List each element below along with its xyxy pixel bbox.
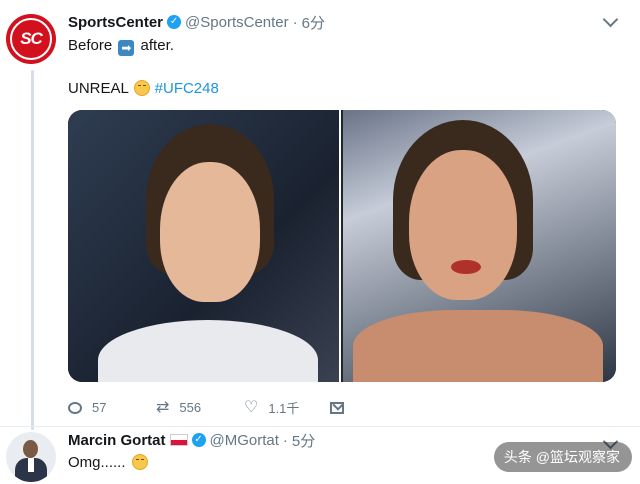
direct-message-action[interactable] xyxy=(330,401,344,414)
watermark-badge: 头条 @篮坛观察家 xyxy=(493,442,632,472)
shoulders-shape xyxy=(353,310,603,382)
tweet-text-line-2: UNREAL #UFC248 xyxy=(68,80,219,97)
poland-flag-icon xyxy=(169,434,188,446)
like-action[interactable]: ♡ 1.1千 xyxy=(244,398,330,417)
reply-text: Omg...... xyxy=(68,454,126,471)
direct-message-icon[interactable] xyxy=(330,401,344,414)
tweet-timestamp[interactable]: 6分 xyxy=(302,12,325,33)
sportscenter-avatar[interactable]: SC xyxy=(6,14,56,64)
retweet-count: 556 xyxy=(179,400,202,415)
verified-badge-icon: ✓ xyxy=(191,433,206,447)
separator-dot: · xyxy=(282,431,288,449)
tweet-text-before: Before xyxy=(68,37,113,54)
like-count: 1.1千 xyxy=(268,401,300,416)
reply-handle[interactable]: @MGortat xyxy=(210,432,279,449)
reply-timestamp[interactable]: 5分 xyxy=(292,430,315,451)
chevron-down-icon[interactable] xyxy=(602,11,619,28)
photo-divider xyxy=(339,110,341,382)
face-shape xyxy=(160,162,260,302)
mouth-shape xyxy=(451,260,481,274)
tweet-header: SportsCenter ✓ @SportsCenter · 6分 xyxy=(68,12,325,32)
thread-line xyxy=(31,70,34,430)
separator-dot: · xyxy=(292,13,298,31)
avatar-head xyxy=(23,440,38,458)
tweet-media[interactable] xyxy=(68,110,616,382)
like-icon[interactable]: ♡ xyxy=(244,399,258,416)
reply-count: 57 xyxy=(92,400,107,415)
display-name[interactable]: SportsCenter xyxy=(68,14,163,31)
face-shape xyxy=(409,150,517,300)
hashtag-link[interactable]: #UFC248 xyxy=(155,80,219,97)
retweet-action[interactable]: ⇄ 556 xyxy=(156,399,244,416)
verified-badge-icon: ✓ xyxy=(167,15,182,29)
shirt-shape xyxy=(98,320,318,382)
retweet-icon[interactable]: ⇄ xyxy=(156,399,169,416)
before-photo[interactable] xyxy=(68,110,339,382)
tweet-text-unreal: UNREAL xyxy=(68,80,129,97)
user-handle[interactable]: @SportsCenter xyxy=(185,14,289,31)
tweet-text-line-1: Before ➡ after. xyxy=(68,37,174,56)
tweet-text-after: after. xyxy=(140,37,174,54)
smile-emoji-icon xyxy=(131,454,148,470)
reply-text-line: Omg...... xyxy=(68,454,148,471)
avatar-logo-text: SC xyxy=(10,18,52,60)
gortat-avatar[interactable] xyxy=(6,432,56,482)
reply-icon[interactable] xyxy=(68,401,82,414)
arrow-right-icon: ➡ xyxy=(118,40,135,56)
reply-display-name[interactable]: Marcin Gortat xyxy=(68,432,166,449)
after-photo[interactable] xyxy=(343,110,616,382)
tweet-divider xyxy=(0,426,640,427)
smile-emoji-icon xyxy=(134,80,151,96)
reply-header: Marcin Gortat ✓ @MGortat · 5分 xyxy=(68,430,315,450)
tweet-actions: 57 ⇄ 556 ♡ 1.1千 xyxy=(68,398,344,417)
reply-action[interactable]: 57 xyxy=(68,400,156,415)
watermark-text: 头条 @篮坛观察家 xyxy=(503,449,620,465)
avatar-shirt xyxy=(28,458,34,472)
